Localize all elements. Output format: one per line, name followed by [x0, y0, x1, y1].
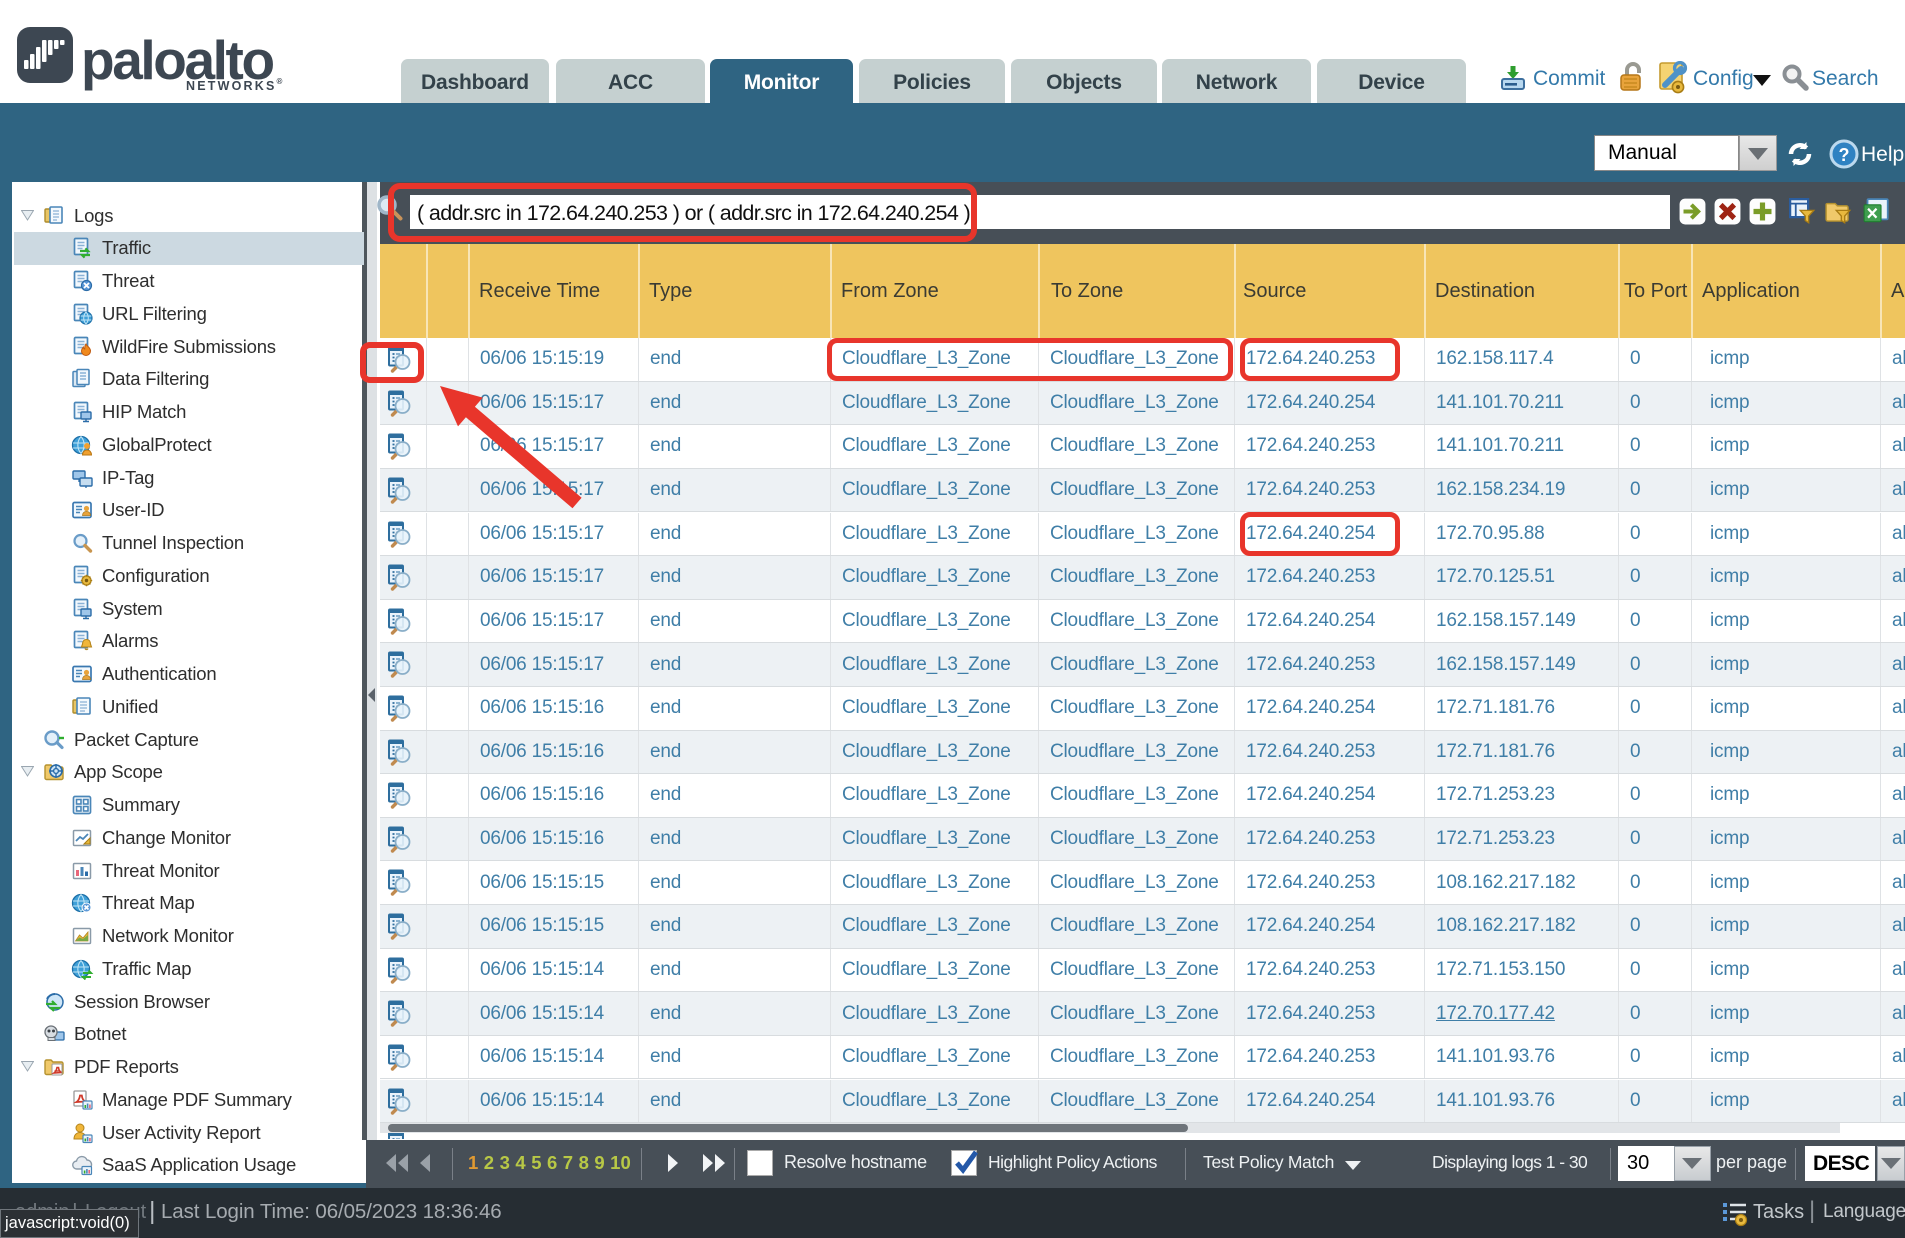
svg-text:?: ?: [1839, 145, 1850, 165]
